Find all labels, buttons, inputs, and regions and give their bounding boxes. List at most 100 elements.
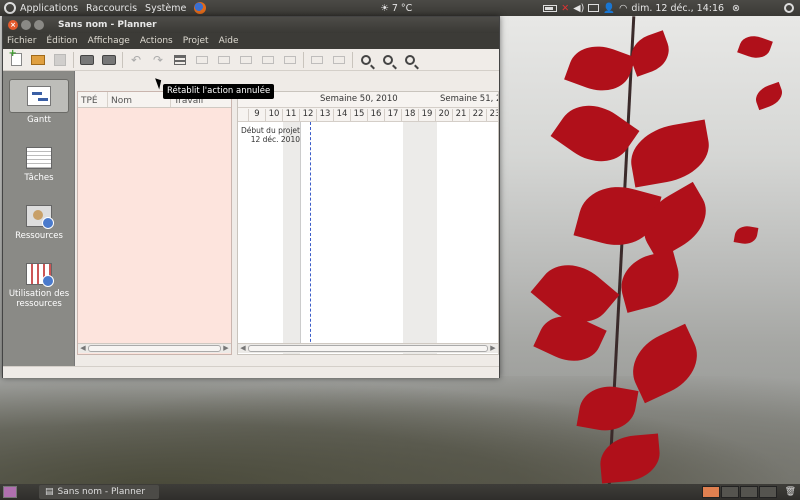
column-header-tpe[interactable]: TPÉ bbox=[78, 92, 108, 107]
workspace-3[interactable] bbox=[739, 486, 758, 498]
user-icon[interactable]: 👤 bbox=[603, 3, 615, 14]
resources-icon bbox=[26, 205, 54, 229]
open-project-button[interactable] bbox=[29, 51, 47, 69]
minimize-window-button[interactable] bbox=[21, 20, 31, 30]
task-table-hscrollbar[interactable]: ◀ ▶ bbox=[78, 343, 231, 353]
gantt-chart[interactable]: Semaine 50, 2010 Semaine 51, 20 91011121… bbox=[237, 91, 499, 355]
move-down-button[interactable] bbox=[330, 51, 348, 69]
sidebar-item-taches[interactable]: Tâches bbox=[3, 147, 75, 183]
zoom-in-icon bbox=[383, 54, 393, 65]
folder-open-icon bbox=[31, 54, 45, 65]
weather-text: 7 °C bbox=[391, 2, 413, 14]
project-start-date: 12 déc. 2010 bbox=[250, 135, 300, 144]
new-project-button[interactable] bbox=[7, 48, 25, 69]
ubuntu-logo-icon[interactable] bbox=[4, 2, 16, 14]
unlink-tasks-button[interactable] bbox=[237, 51, 255, 69]
menu-aide[interactable]: Aide bbox=[214, 36, 244, 46]
sound-icon[interactable]: ◀) bbox=[573, 3, 584, 14]
clock[interactable]: dim. 12 déc., 14:16 bbox=[631, 3, 724, 14]
undo-button[interactable]: ↶ bbox=[127, 51, 145, 69]
delete-task-icon bbox=[196, 55, 208, 64]
indent-button[interactable] bbox=[281, 51, 299, 69]
wallpaper-leaf bbox=[564, 37, 636, 100]
project-start-label: Début du projet 12 déc. 2010 bbox=[240, 126, 300, 144]
scrollbar-thumb[interactable] bbox=[88, 345, 221, 352]
new-project-icon bbox=[9, 48, 22, 66]
status-bar bbox=[3, 366, 499, 378]
taskbar-button-planner[interactable]: ▤ Sans nom - Planner bbox=[39, 485, 159, 499]
scrollbar-thumb[interactable] bbox=[248, 345, 488, 352]
scroll-left-arrow-icon[interactable]: ◀ bbox=[79, 344, 87, 353]
menu-projet[interactable]: Projet bbox=[178, 36, 214, 46]
printer-icon bbox=[80, 54, 94, 65]
sidebar-item-ressources[interactable]: Ressources bbox=[3, 205, 75, 241]
tasks-icon bbox=[26, 147, 52, 169]
link-tasks-button[interactable] bbox=[215, 51, 233, 69]
redo-button[interactable]: ↷ bbox=[149, 51, 167, 69]
menu-fichier[interactable]: Fichier bbox=[3, 36, 41, 46]
save-project-button[interactable] bbox=[51, 51, 69, 69]
indent-icon bbox=[284, 55, 296, 64]
weather-indicator[interactable]: ☀ 7 °C bbox=[376, 3, 416, 14]
print-preview-button[interactable] bbox=[100, 51, 118, 69]
mail-icon[interactable] bbox=[588, 4, 600, 12]
wallpaper-leaf bbox=[614, 249, 686, 313]
scroll-right-arrow-icon[interactable]: ▶ bbox=[222, 344, 230, 353]
workspace-2[interactable] bbox=[720, 486, 739, 498]
maximize-window-button[interactable] bbox=[34, 20, 44, 30]
gantt-day-label: 11 bbox=[282, 109, 299, 122]
wifi-icon[interactable]: ◠ bbox=[619, 3, 627, 14]
close-window-button[interactable]: × bbox=[8, 20, 18, 30]
week-label: Semaine 50, 2010 bbox=[320, 94, 398, 104]
today-marker bbox=[310, 122, 311, 352]
view-sidebar: Gantt Tâches Ressources Utilisation des … bbox=[3, 71, 75, 366]
print-button[interactable] bbox=[78, 51, 96, 69]
menu-systeme[interactable]: Système bbox=[141, 3, 190, 14]
gantt-week-header: Semaine 50, 2010 Semaine 51, 20 bbox=[238, 92, 498, 108]
scroll-left-arrow-icon[interactable]: ◀ bbox=[239, 344, 247, 353]
gantt-day-label: 19 bbox=[418, 109, 435, 122]
network-disconnected-icon[interactable]: ✕ bbox=[561, 3, 569, 14]
move-up-icon bbox=[311, 55, 323, 64]
close-session-icon[interactable]: ⊗ bbox=[732, 3, 740, 14]
show-desktop-icon[interactable] bbox=[3, 486, 17, 498]
sidebar-item-gantt[interactable]: Gantt bbox=[9, 79, 69, 125]
move-up-button[interactable] bbox=[308, 51, 326, 69]
trash-icon[interactable]: 🗑 bbox=[785, 487, 796, 497]
delete-task-button[interactable] bbox=[193, 51, 211, 69]
gantt-hscrollbar[interactable]: ◀ ▶ bbox=[238, 343, 498, 353]
main-area: Gantt Tâches Ressources Utilisation des … bbox=[3, 71, 499, 366]
menu-applications[interactable]: Applications bbox=[16, 3, 82, 14]
sun-icon: ☀ bbox=[380, 2, 389, 14]
toolbar-separator bbox=[122, 51, 123, 68]
battery-icon[interactable] bbox=[543, 4, 558, 12]
menu-raccourcis[interactable]: Raccourcis bbox=[82, 3, 141, 14]
power-icon[interactable] bbox=[784, 3, 794, 13]
zoom-out-button[interactable] bbox=[401, 51, 419, 69]
sidebar-item-utilisation[interactable]: Utilisation des ressources bbox=[3, 263, 75, 309]
planner-app-icon: ▤ bbox=[45, 487, 54, 497]
toolbar-separator bbox=[352, 51, 353, 68]
gantt-day-label: 21 bbox=[452, 109, 469, 122]
gantt-day-label: 15 bbox=[350, 109, 367, 122]
wallpaper-leaf bbox=[737, 31, 773, 63]
unindent-button[interactable] bbox=[259, 51, 277, 69]
workspace-1[interactable] bbox=[701, 486, 720, 498]
menu-affichage[interactable]: Affichage bbox=[83, 36, 135, 46]
gantt-day-label: 18 bbox=[401, 109, 418, 122]
menu-edition[interactable]: Édition bbox=[41, 36, 82, 46]
zoom-in-button[interactable] bbox=[379, 51, 397, 69]
workspace-4[interactable] bbox=[758, 486, 777, 498]
task-table[interactable]: TPÉ Nom Travail ◀ ▶ bbox=[77, 91, 232, 355]
menu-actions[interactable]: Actions bbox=[135, 36, 178, 46]
zoom-fit-button[interactable] bbox=[357, 51, 375, 69]
firefox-launcher-icon[interactable] bbox=[194, 2, 207, 14]
scroll-right-arrow-icon[interactable]: ▶ bbox=[489, 344, 497, 353]
project-start-line bbox=[300, 122, 301, 352]
window-titlebar[interactable]: × Sans nom - Planner bbox=[3, 17, 499, 33]
insert-task-button[interactable] bbox=[171, 51, 189, 69]
sidebar-active-box bbox=[9, 79, 69, 113]
unlink-icon bbox=[240, 55, 252, 64]
column-header-nom[interactable]: Nom bbox=[108, 92, 171, 107]
print-preview-icon bbox=[102, 54, 116, 65]
